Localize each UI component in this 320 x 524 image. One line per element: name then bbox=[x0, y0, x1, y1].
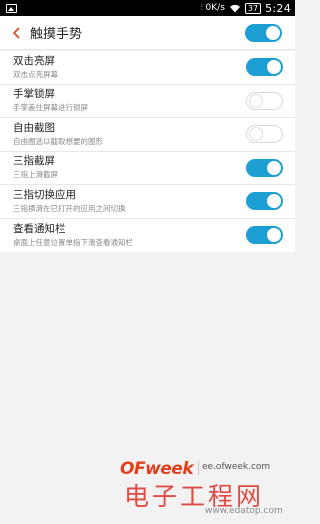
image-icon bbox=[6, 3, 17, 13]
setting-title: 查看通知栏 bbox=[13, 222, 66, 235]
toggle-knob bbox=[267, 60, 281, 75]
setting-row[interactable]: 查看通知栏桌面上任意位置单指下滑查看通知栏 bbox=[0, 219, 295, 253]
setting-row[interactable]: 手掌锁屏手掌盖住屏幕进行锁屏 bbox=[0, 85, 295, 118]
setting-subtitle: 自由圈选以截取想要的图形 bbox=[13, 136, 103, 146]
chevron-left-icon bbox=[12, 26, 20, 39]
toggle-knob bbox=[267, 194, 281, 209]
gesture-settings-list: 双击亮屏双击点亮屏幕 手掌锁屏手掌盖住屏幕进行锁屏 自由截图自由圈选以截取想要的图形… bbox=[0, 51, 295, 252]
setting-row[interactable]: 三指截屏三指上滑截屏 bbox=[0, 152, 295, 185]
setting-title: 三指切换应用 bbox=[13, 188, 76, 201]
setting-subtitle: 三指上滑截屏 bbox=[13, 170, 58, 180]
toggle-knob bbox=[267, 160, 281, 175]
setting-toggle[interactable] bbox=[246, 158, 283, 177]
setting-row[interactable]: 自由截图自由圈选以截取想要的图形 bbox=[0, 118, 295, 152]
status-bar: ⫶ 0K/s 37 5:24 bbox=[0, 0, 295, 16]
toggle-knob bbox=[267, 228, 281, 243]
setting-title: 自由截图 bbox=[13, 121, 55, 134]
toggle-knob bbox=[249, 127, 263, 142]
status-time: 5:24 bbox=[265, 1, 291, 15]
watermark-url: ee.ofweek.com bbox=[202, 462, 271, 472]
setting-toggle[interactable] bbox=[246, 58, 283, 77]
wifi-icon bbox=[229, 4, 240, 12]
setting-row[interactable]: 三指切换应用三指横滑在已打开的应用之间切换 bbox=[0, 185, 295, 219]
setting-row[interactable]: 双击亮屏双击点亮屏幕 bbox=[0, 51, 295, 85]
setting-title: 手掌锁屏 bbox=[13, 88, 55, 101]
header-bar: 触摸手势 bbox=[0, 16, 295, 50]
setting-subtitle: 桌面上任意位置单指下滑查看通知栏 bbox=[13, 237, 133, 247]
setting-toggle[interactable] bbox=[246, 192, 283, 211]
network-speed: ⫶ 0K/s bbox=[200, 3, 225, 13]
back-button[interactable] bbox=[4, 16, 30, 50]
setting-subtitle: 手掌盖住屏幕进行锁屏 bbox=[13, 103, 88, 113]
watermark-logo: OFweek bbox=[120, 459, 194, 479]
setting-toggle[interactable] bbox=[246, 226, 283, 245]
battery-icon: 37 bbox=[244, 2, 262, 14]
toggle-knob bbox=[249, 93, 263, 108]
watermark-divider bbox=[198, 461, 199, 475]
watermark-cn-url: www.edatop.com bbox=[205, 506, 283, 516]
setting-toggle[interactable] bbox=[246, 125, 283, 144]
setting-text: 双击亮屏双击点亮屏幕 bbox=[13, 55, 58, 80]
setting-subtitle: 双击点亮屏幕 bbox=[13, 69, 58, 79]
setting-toggle[interactable] bbox=[246, 91, 283, 110]
setting-subtitle: 三指横滑在已打开的应用之间切换 bbox=[13, 203, 126, 213]
setting-text: 三指切换应用三指横滑在已打开的应用之间切换 bbox=[13, 189, 126, 214]
setting-text: 手掌锁屏手掌盖住屏幕进行锁屏 bbox=[13, 88, 88, 113]
setting-title: 三指截屏 bbox=[13, 155, 55, 168]
setting-text: 三指截屏三指上滑截屏 bbox=[13, 155, 58, 180]
master-toggle[interactable] bbox=[245, 24, 282, 42]
setting-text: 自由截图自由圈选以截取想要的图形 bbox=[13, 122, 103, 147]
battery-level: 37 bbox=[247, 3, 259, 13]
setting-text: 查看通知栏桌面上任意位置单指下滑查看通知栏 bbox=[13, 223, 133, 248]
page-title: 触摸手势 bbox=[30, 27, 83, 42]
setting-title: 双击亮屏 bbox=[13, 54, 55, 67]
toggle-knob bbox=[266, 26, 280, 40]
